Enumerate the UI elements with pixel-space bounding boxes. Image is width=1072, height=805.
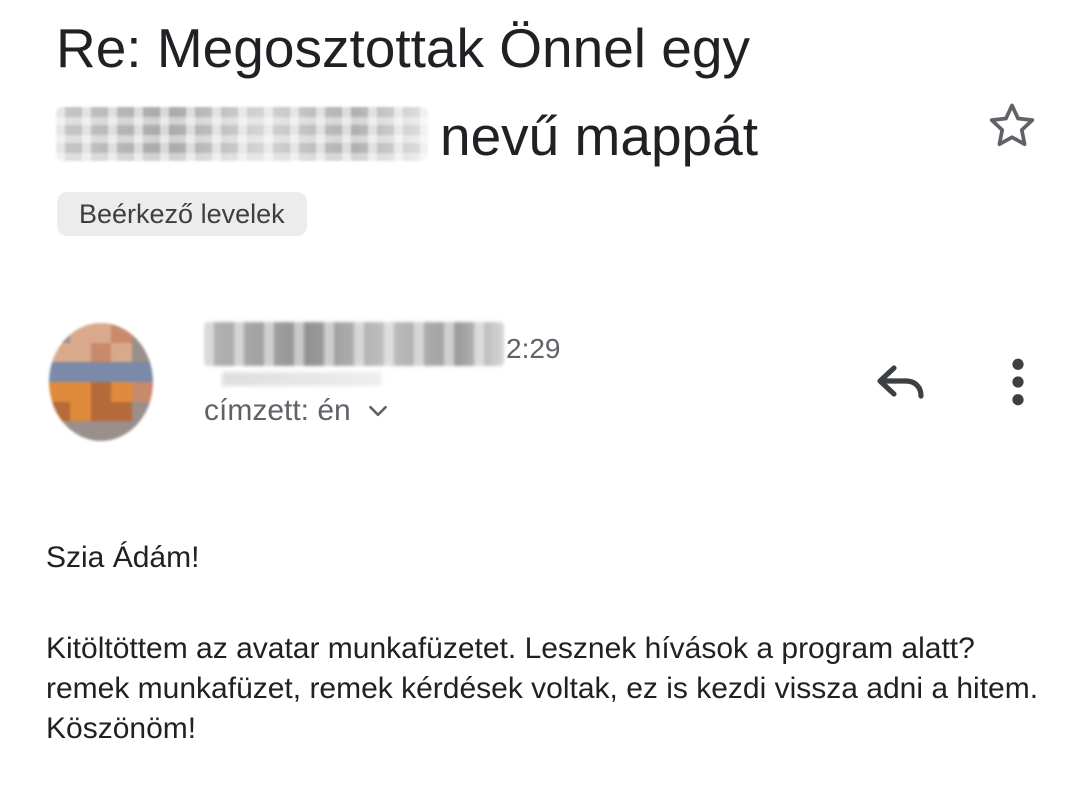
redacted-sender-name[interactable]: [204, 322, 504, 366]
avatar-pixel: [49, 381, 70, 402]
avatar-pixel: [90, 362, 112, 382]
avatar-pixel: [132, 362, 153, 382]
redacted-sender-detail: [222, 372, 382, 386]
redacted-folder-name: [56, 107, 428, 161]
subject-prefix: Re: Megosztottak Önnel egy: [56, 17, 750, 79]
star-outline-icon: [989, 103, 1035, 147]
reply-button[interactable]: [870, 352, 934, 412]
more-vertical-icon: [1012, 358, 1024, 406]
avatar-pixel: [69, 323, 91, 343]
avatar-pixel: [69, 362, 91, 382]
more-options-button[interactable]: [994, 352, 1042, 412]
avatar-pixel: [49, 342, 70, 363]
avatar-pixel: [132, 401, 153, 422]
avatar-pixel: [111, 362, 133, 382]
avatar-pixel: [69, 381, 91, 402]
reply-icon: [877, 365, 924, 399]
recipients-toggle[interactable]: címzett: én: [204, 394, 391, 428]
avatar-pixel: [49, 401, 70, 422]
chevron-down-icon: [368, 405, 387, 417]
inbox-label-text: Beérkező levelek: [79, 199, 285, 229]
sender-avatar[interactable]: [49, 323, 153, 441]
recipients-text: címzett: én: [204, 394, 351, 427]
email-subject: Re: Megosztottak Önnel egy nevű mappát: [56, 4, 956, 180]
email-greeting: Szia Ádám!: [46, 541, 200, 574]
avatar-pixel: [111, 381, 133, 402]
avatar-pixel: [111, 421, 133, 441]
avatar-pixel: [90, 421, 112, 441]
email-message: Kitöltöttem az avatar munkafüzetet. Lesz…: [46, 632, 1039, 745]
avatar-pixel: [49, 362, 70, 382]
avatar-pixel: [132, 323, 153, 343]
avatar-pixel: [90, 342, 112, 363]
avatar-pixel: [69, 401, 91, 422]
email-body: Szia Ádám! Kitöltöttem az avatar munkafü…: [46, 538, 1046, 749]
email-time: 2:29: [506, 333, 561, 364]
avatar-pixel: [49, 323, 70, 343]
avatar-pixel: [69, 421, 91, 441]
inbox-label-chip[interactable]: Beérkező levelek: [57, 192, 307, 236]
email-view: Re: Megosztottak Önnel egy nevű mappát B…: [0, 0, 1072, 805]
subject-suffix: nevű mappát: [440, 105, 758, 167]
avatar-pixel: [111, 401, 133, 422]
star-button[interactable]: [982, 96, 1042, 156]
avatar-pixel: [132, 421, 153, 441]
avatar-pixel: [132, 342, 153, 363]
avatar-pixel: [111, 323, 133, 343]
avatar-pixel: [69, 342, 91, 363]
avatar-pixel: [90, 381, 112, 402]
avatar-pixel: [90, 323, 112, 343]
avatar-pixel: [49, 421, 70, 441]
avatar-pixel: [90, 401, 112, 422]
avatar-pixel: [111, 342, 133, 363]
avatar-pixel: [132, 381, 153, 402]
